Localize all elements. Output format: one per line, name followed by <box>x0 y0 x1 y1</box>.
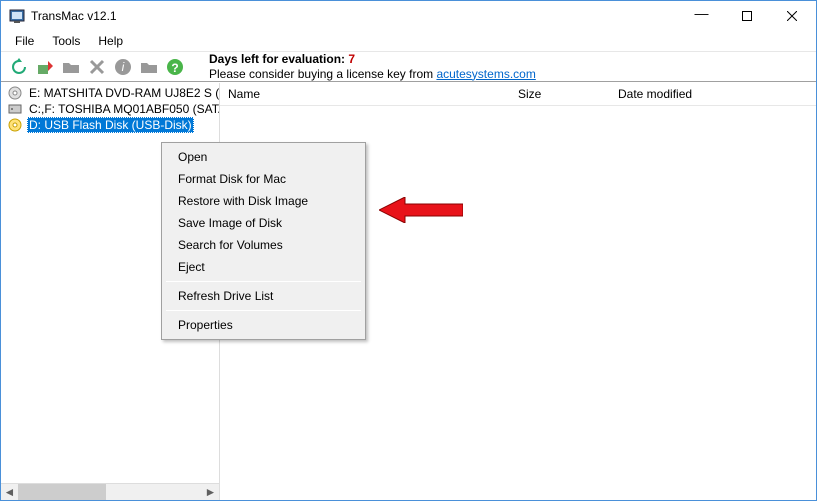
scroll-left-button[interactable]: ◄ <box>1 484 18 500</box>
days-left: 7 <box>348 52 355 66</box>
app-window: TransMac v12.1 — File Tools Help i ? Day… <box>0 0 817 501</box>
tree-item-label: E: MATSHITA DVD-RAM UJ8E2 S (SATA) <box>27 86 219 100</box>
menubar: File Tools Help <box>1 31 816 51</box>
ctx-refresh-drive-list[interactable]: Refresh Drive List <box>164 285 363 307</box>
cd-icon <box>7 117 23 133</box>
export-icon[interactable] <box>35 57 55 77</box>
evaluation-notice: Days left for evaluation: 7 Please consi… <box>209 52 536 82</box>
tree-item-label: C:,F: TOSHIBA MQ01ABF050 (SATA-Disk) <box>27 102 219 116</box>
tree-item-e-drive[interactable]: E: MATSHITA DVD-RAM UJ8E2 S (SATA) <box>7 85 219 101</box>
info-icon[interactable]: i <box>113 57 133 77</box>
refresh-icon[interactable] <box>9 57 29 77</box>
window-title: TransMac v12.1 <box>31 9 679 23</box>
ctx-format-disk-for-mac[interactable]: Format Disk for Mac <box>164 168 363 190</box>
tree-item-label: D: USB Flash Disk (USB-Disk) <box>27 117 194 133</box>
help-icon[interactable]: ? <box>165 57 185 77</box>
context-menu-separator <box>166 310 361 311</box>
window-controls: — <box>679 1 814 31</box>
titlebar: TransMac v12.1 — <box>1 1 816 31</box>
svg-text:?: ? <box>171 61 178 75</box>
context-menu-separator <box>166 281 361 282</box>
tree-h-scrollbar[interactable]: ◄ ► <box>1 483 219 500</box>
menu-tools[interactable]: Tools <box>44 32 88 50</box>
content-area: E: MATSHITA DVD-RAM UJ8E2 S (SATA) C:,F:… <box>1 83 816 500</box>
menu-help[interactable]: Help <box>90 32 131 50</box>
minimize-button[interactable]: — <box>679 1 724 30</box>
close-button[interactable] <box>769 1 814 30</box>
cd-icon <box>7 85 23 101</box>
maximize-button[interactable] <box>724 1 769 30</box>
scroll-track[interactable] <box>18 484 202 500</box>
column-size[interactable]: Size <box>510 87 610 101</box>
tree-item-cf-drive[interactable]: C:,F: TOSHIBA MQ01ABF050 (SATA-Disk) <box>7 101 219 117</box>
app-icon <box>9 8 25 24</box>
new-folder-icon[interactable] <box>139 57 159 77</box>
ctx-eject[interactable]: Eject <box>164 256 363 278</box>
scroll-right-button[interactable]: ► <box>202 484 219 500</box>
svg-text:i: i <box>122 60 125 74</box>
menu-file[interactable]: File <box>7 32 42 50</box>
context-menu: Open Format Disk for Mac Restore with Di… <box>161 142 366 340</box>
column-name[interactable]: Name <box>220 87 510 101</box>
ctx-open[interactable]: Open <box>164 146 363 168</box>
ctx-search-for-volumes[interactable]: Search for Volumes <box>164 234 363 256</box>
scroll-thumb[interactable] <box>18 484 106 500</box>
ctx-properties[interactable]: Properties <box>164 314 363 336</box>
list-header: Name Size Date modified <box>220 83 816 106</box>
folder-icon[interactable] <box>61 57 81 77</box>
notice-buy-prefix: Please consider buying a license key fro… <box>209 67 436 81</box>
column-date[interactable]: Date modified <box>610 87 816 101</box>
ctx-save-image-of-disk[interactable]: Save Image of Disk <box>164 212 363 234</box>
notice-prefix: Days left for evaluation: <box>209 52 348 66</box>
ctx-restore-with-disk-image[interactable]: Restore with Disk Image <box>164 190 363 212</box>
tree-item-d-drive[interactable]: D: USB Flash Disk (USB-Disk) <box>7 117 219 133</box>
toolbar: i ? Days left for evaluation: 7 Please c… <box>1 51 816 82</box>
hdd-icon <box>7 101 23 117</box>
delete-icon[interactable] <box>87 57 107 77</box>
acutesystems-link[interactable]: acutesystems.com <box>436 67 535 81</box>
